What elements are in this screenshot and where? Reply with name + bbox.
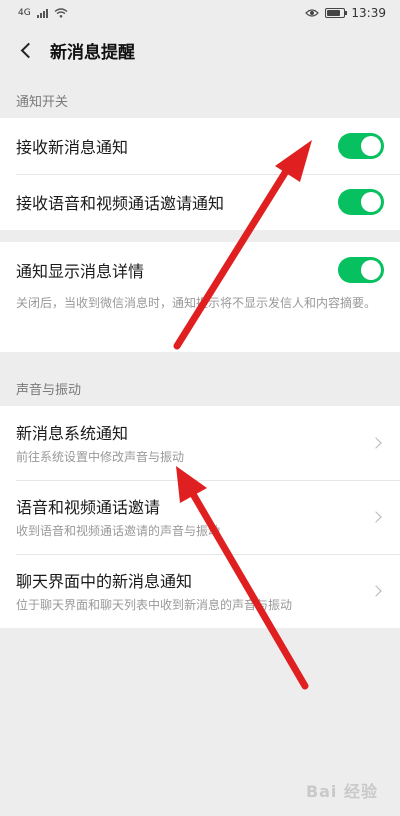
system-notification-row[interactable]: 新消息系统通知 前往系统设置中修改声音与振动 <box>0 406 400 480</box>
network-label: 4G <box>18 8 31 18</box>
chevron-right-icon <box>370 437 382 449</box>
system-notification-desc: 前往系统设置中修改声音与振动 <box>16 450 185 464</box>
chat-new-message-desc: 位于聊天界面和聊天列表中收到新消息的声音与振动 <box>16 598 293 612</box>
chevron-right-icon <box>370 585 382 597</box>
receive-new-message-toggle[interactable] <box>338 133 384 159</box>
sound-vibration-group: 新消息系统通知 前往系统设置中修改声音与振动 语音和视频通话邀请 收到语音和视频… <box>0 406 400 628</box>
watermark-logo: Bai 经验 <box>305 782 378 801</box>
show-detail-row[interactable]: 通知显示消息详情 <box>0 250 400 290</box>
system-notification-label: 新消息系统通知 <box>16 424 129 443</box>
receive-call-invite-toggle[interactable] <box>338 189 384 215</box>
back-arrow-icon <box>20 42 36 58</box>
notify-switch-group: 接收新消息通知 接收语音和视频通话邀请通知 <box>0 118 400 230</box>
clock: 13:39 <box>351 6 386 20</box>
network-indicator: 4G <box>18 8 68 18</box>
call-invite-sound-desc: 收到语音和视频通话邀请的声音与振动 <box>16 524 221 538</box>
page-title: 新消息提醒 <box>50 42 135 63</box>
chat-new-message-label: 聊天界面中的新消息通知 <box>16 572 193 591</box>
call-invite-sound-row[interactable]: 语音和视频通话邀请 收到语音和视频通话邀请的声音与振动 <box>0 480 400 554</box>
receive-new-message-row[interactable]: 接收新消息通知 <box>0 118 400 174</box>
wifi-icon <box>54 8 68 18</box>
chevron-right-icon <box>370 511 382 523</box>
receive-new-message-label: 接收新消息通知 <box>16 138 129 157</box>
back-button[interactable] <box>12 36 40 64</box>
show-detail-description: 关闭后，当收到微信消息时，通知提示将不显示发信人和内容摘要。 <box>16 296 377 310</box>
top-navigation-bar: 新消息提醒 <box>0 26 400 74</box>
status-bar: 4G 13:39 <box>0 0 400 26</box>
signal-icon <box>36 8 48 18</box>
call-invite-sound-label: 语音和视频通话邀请 <box>16 498 161 517</box>
show-detail-toggle[interactable] <box>338 257 384 283</box>
detail-group: 通知显示消息详情 关闭后，当收到微信消息时，通知提示将不显示发信人和内容摘要。 <box>0 242 400 352</box>
battery-icon <box>325 8 348 18</box>
section-title-notify: 通知开关 <box>16 95 69 110</box>
receive-call-invite-row[interactable]: 接收语音和视频通话邀请通知 <box>0 174 400 230</box>
chat-new-message-row[interactable]: 聊天界面中的新消息通知 位于聊天界面和聊天列表中收到新消息的声音与振动 <box>0 554 400 628</box>
show-detail-label: 通知显示消息详情 <box>16 262 145 281</box>
section-title-sound: 声音与振动 <box>16 383 82 398</box>
eye-icon <box>305 9 320 17</box>
receive-call-invite-label: 接收语音和视频通话邀请通知 <box>16 194 225 213</box>
